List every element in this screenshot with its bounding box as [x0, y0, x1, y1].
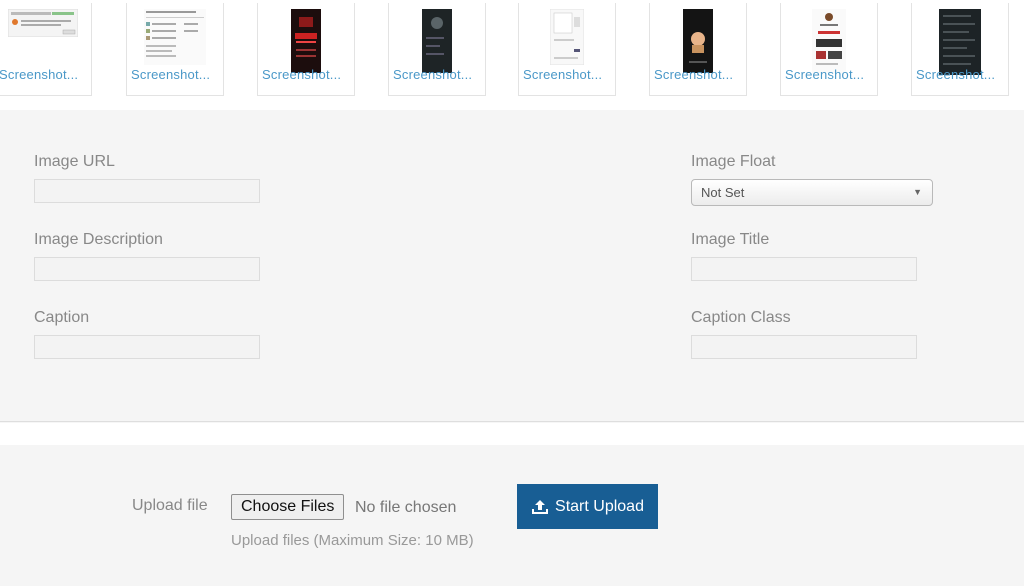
image-properties-form: Image URL Image Description Caption Imag…: [0, 110, 1024, 422]
thumbnail-label[interactable]: Screenshot...: [393, 67, 483, 82]
image-description-label: Image Description: [34, 231, 163, 248]
thumbnail-image: [422, 9, 452, 73]
caption-class-input[interactable]: [691, 335, 917, 359]
caption-input[interactable]: [34, 335, 260, 359]
thumbnail-image: [812, 9, 846, 73]
image-description-input[interactable]: [34, 257, 260, 281]
image-title-input[interactable]: [691, 257, 917, 281]
choose-files-button[interactable]: Choose Files: [231, 494, 345, 520]
image-float-select[interactable]: Not Set ▼: [691, 179, 933, 206]
thumbnail-item[interactable]: Screenshot...: [0, 3, 92, 96]
chevron-down-icon: ▼: [913, 187, 922, 197]
thumbnail-label[interactable]: Screenshot...: [785, 67, 875, 82]
thumbnail-image: [291, 9, 321, 73]
image-float-label: Image Float: [691, 153, 776, 170]
thumbnail-label[interactable]: Screenshot...: [0, 67, 89, 82]
thumbnail-item[interactable]: Screenshot...: [126, 3, 224, 96]
thumbnail-label[interactable]: Screenshot...: [654, 67, 744, 82]
image-url-label: Image URL: [34, 153, 115, 170]
image-float-selected-value: Not Set: [701, 185, 745, 200]
section-divider: [0, 423, 1024, 445]
start-upload-label: Start Upload: [555, 497, 644, 515]
start-upload-button[interactable]: Start Upload: [517, 484, 658, 529]
thumbnail-label[interactable]: Screenshot...: [916, 67, 1006, 82]
thumbnail-label[interactable]: Screenshot...: [262, 67, 352, 82]
thumbnail-item[interactable]: Screenshot...: [257, 3, 355, 96]
upload-icon: [532, 499, 549, 514]
thumbnail-label[interactable]: Screenshot...: [523, 67, 613, 82]
thumbnail-image: [939, 9, 981, 75]
thumbnail-item[interactable]: Screenshot...: [518, 3, 616, 96]
thumbnail-strip: Screenshot... Screenshot... Screenshot..…: [0, 0, 1024, 110]
image-title-label: Image Title: [691, 231, 770, 248]
thumbnail-item[interactable]: Screenshot...: [911, 3, 1009, 96]
thumbnail-label[interactable]: Screenshot...: [131, 67, 221, 82]
thumbnail-item[interactable]: Screenshot...: [388, 3, 486, 96]
thumbnail-item[interactable]: Screenshot...: [780, 3, 878, 96]
caption-label: Caption: [34, 309, 90, 326]
thumbnail-image: [683, 9, 713, 73]
no-file-chosen-text: No file chosen: [355, 499, 457, 516]
caption-class-label: Caption Class: [691, 309, 791, 326]
thumbnail-item[interactable]: Screenshot...: [649, 3, 747, 96]
upload-file-label: Upload file: [132, 497, 208, 514]
thumbnail-image: [144, 9, 206, 65]
image-url-input[interactable]: [34, 179, 260, 203]
thumbnail-image: [550, 9, 584, 65]
upload-size-hint: Upload files (Maximum Size: 10 MB): [231, 532, 474, 549]
upload-section: Upload file Choose Files No file chosen …: [0, 445, 1024, 586]
thumbnail-image: [8, 9, 78, 37]
